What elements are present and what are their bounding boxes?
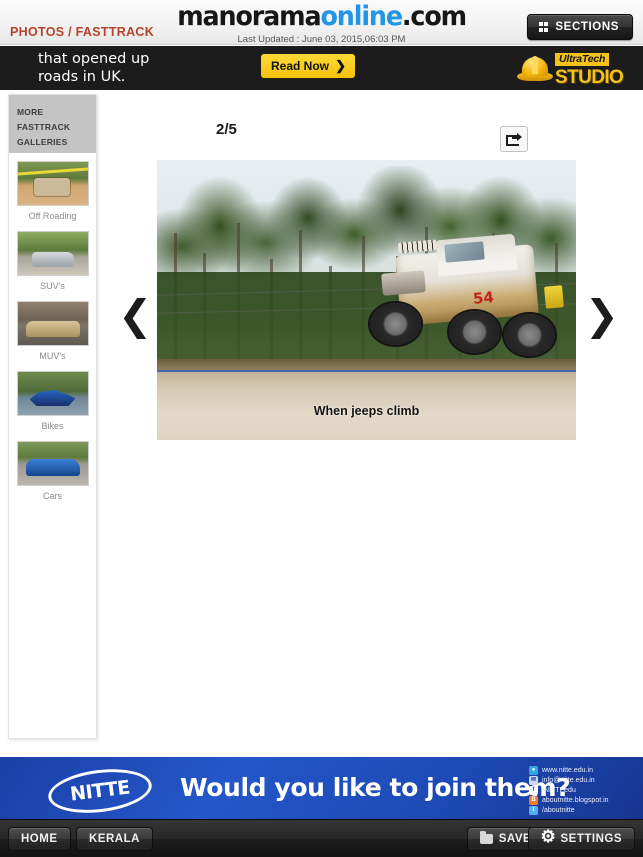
grid-icon <box>538 22 549 32</box>
main-content: MORE FASTTRACK GALLERIES Off Roading SUV… <box>0 90 643 755</box>
settings-button[interactable]: SETTINGS <box>528 827 635 851</box>
suvs-thumbnail <box>16 231 89 276</box>
top-ad-copy: that opened up roads in UK. <box>38 50 149 86</box>
sidebar-item-bikes[interactable]: Bikes <box>9 371 96 432</box>
facebook-icon: f <box>529 786 538 795</box>
sidebar-item-off-roading[interactable]: Off Roading <box>9 161 96 222</box>
gallery-photo[interactable]: 54 When jeeps climb <box>157 160 576 440</box>
sidebar-title-line-1: MORE FASTTRACK <box>17 107 71 132</box>
bikes-thumbnail <box>16 371 89 416</box>
read-now-label: Read Now <box>271 59 330 73</box>
logo-text-primary: manorama <box>177 1 321 32</box>
nitte-brand-text: NITTE <box>68 776 132 806</box>
home-button-label: HOME <box>21 833 58 845</box>
photo-counter: 2/5 <box>216 121 237 138</box>
photo-barrier-tape <box>157 370 576 372</box>
nitte-contact-links: ● www.nitte.edu.in ✉ info@nitte.edu.in f… <box>529 766 637 816</box>
photo-viewer: 2/5 54 When jeeps climb ❮ ❯ <box>104 90 643 755</box>
nitte-link-twitter[interactable]: t /aboutnitte <box>529 806 637 815</box>
top-ad-line-1: that opened up <box>38 51 150 67</box>
nitte-link-email[interactable]: ✉ info@nitte.edu.in <box>529 776 637 785</box>
sidebar-item-label: MUV's <box>39 351 66 361</box>
nitte-logo: NITTE <box>45 763 155 819</box>
site-header: PHOTOS / FASTTRACK manoramaonline.com La… <box>0 0 643 45</box>
previous-photo-arrow[interactable]: ❮ <box>118 295 152 336</box>
nitte-link-label: info@nitte.edu.in <box>542 777 595 784</box>
nitte-link-website[interactable]: ● www.nitte.edu.in <box>529 766 637 775</box>
sidebar-item-label: Bikes <box>41 421 64 431</box>
gallery-sidebar: MORE FASTTRACK GALLERIES Off Roading SUV… <box>8 94 97 739</box>
bottom-advertisement-banner[interactable]: NITTE Would you like to join them? ● www… <box>0 757 643 819</box>
top-ad-line-2: roads in UK. <box>38 69 126 85</box>
sections-button[interactable]: SECTIONS <box>526 14 633 40</box>
sidebar-item-label: Off Roading <box>28 211 77 221</box>
kerala-button-label: KERALA <box>89 833 140 845</box>
next-photo-arrow[interactable]: ❯ <box>585 295 619 336</box>
app-root: PHOTOS / FASTTRACK manoramaonline.com La… <box>0 0 643 857</box>
envelope-icon: ✉ <box>529 776 538 785</box>
read-now-button[interactable]: Read Now ❯ <box>261 54 355 78</box>
sidebar-gallery-list: Off Roading SUV's MUV's Bikes Cars <box>9 153 96 502</box>
kerala-button[interactable]: KERALA <box>76 827 153 851</box>
settings-button-label: SETTINGS <box>560 833 622 845</box>
nitte-link-facebook[interactable]: f /NITTEedu <box>529 786 637 795</box>
sidebar-item-suvs[interactable]: SUV's <box>9 231 96 292</box>
sidebar-item-label: SUV's <box>40 281 65 291</box>
sections-button-label: SECTIONS <box>555 21 619 33</box>
sidebar-title-line-2: GALLERIES <box>17 137 68 147</box>
twitter-icon: t <box>529 806 538 815</box>
bottom-navigation-bar: HOME KERALA SAVED SETTINGS <box>0 819 643 857</box>
sidebar-title: MORE FASTTRACK GALLERIES <box>9 95 96 153</box>
share-export-icon <box>506 132 522 146</box>
blogger-icon: B <box>529 796 538 805</box>
ultratech-brand-bottom: STUDIO <box>555 67 624 88</box>
sidebar-item-cars[interactable]: Cars <box>9 441 96 502</box>
cars-thumbnail <box>16 441 89 486</box>
photo-jeep-subject: 54 <box>362 230 565 370</box>
nitte-link-label: /NITTEedu <box>542 787 576 794</box>
muvs-thumbnail <box>16 301 89 346</box>
nitte-link-label: aboutnitte.blogspot.in <box>542 797 609 804</box>
sidebar-item-muvs[interactable]: MUV's <box>9 301 96 362</box>
nitte-link-label: www.nitte.edu.in <box>542 767 593 774</box>
nitte-link-label: /aboutnitte <box>542 807 575 814</box>
ultratech-wordmark: UltraTech STUDIO <box>555 49 624 88</box>
nitte-tagline: Would you like to join them? <box>180 773 571 802</box>
ultratech-studio-logo[interactable]: UltraTech STUDIO <box>517 49 637 88</box>
off-roading-thumbnail <box>16 161 89 206</box>
logo-text-tld: .com <box>401 1 467 32</box>
ultratech-brand-top: UltraTech <box>555 53 610 66</box>
globe-icon: ● <box>529 766 538 775</box>
jeep-race-number: 54 <box>471 287 495 308</box>
hard-hat-icon <box>517 53 553 83</box>
gear-icon <box>540 828 556 846</box>
sidebar-item-label: Cars <box>42 491 62 501</box>
share-button[interactable] <box>500 126 528 152</box>
chevron-right-icon: ❯ <box>335 58 346 73</box>
home-button[interactable]: HOME <box>8 827 71 851</box>
nitte-link-blog[interactable]: B aboutnitte.blogspot.in <box>529 796 637 805</box>
logo-text-accent: online <box>320 1 403 32</box>
folder-icon <box>479 831 493 844</box>
photo-caption: When jeeps climb <box>313 404 420 418</box>
